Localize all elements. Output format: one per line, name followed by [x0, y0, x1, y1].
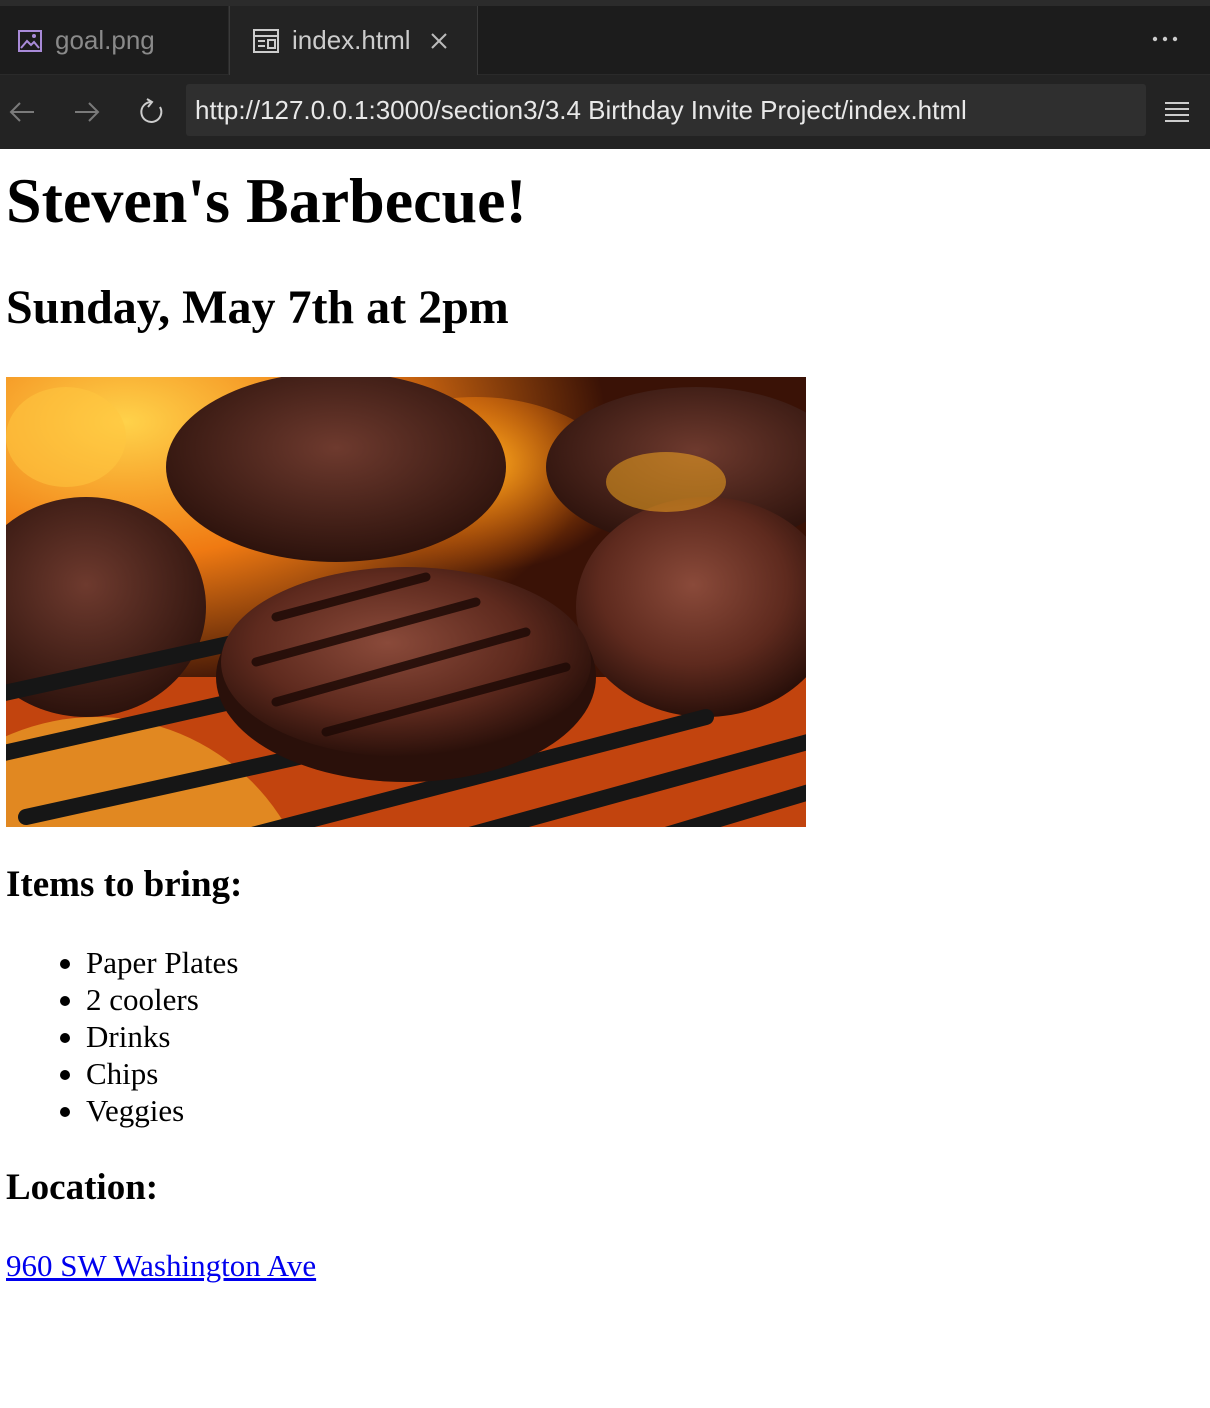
url-input[interactable]: http://127.0.0.1:3000/section3/3.4 Birth…: [186, 84, 1146, 136]
list-item: Drinks: [59, 1018, 238, 1055]
close-icon[interactable]: [429, 31, 449, 51]
page-title: Steven's Barbecue!: [6, 165, 527, 236]
list-item: Chips: [59, 1055, 238, 1092]
location-heading: Location:: [6, 1167, 159, 1208]
location-link[interactable]: 960 SW Washington Ave: [6, 1247, 316, 1285]
image-file-icon: [17, 28, 43, 54]
reload-icon[interactable]: [135, 95, 169, 129]
tab-index-html[interactable]: index.html: [229, 6, 478, 75]
list-item: Paper Plates: [59, 945, 239, 980]
page-viewport: Steven's Barbecue! Sunday, May 7th at 2p…: [0, 149, 1210, 1408]
arrow-left-icon[interactable]: [5, 95, 39, 129]
list-item: 2 coolers: [59, 981, 238, 1018]
items-list: Paper Plates 2 coolers Drinks Chips Vegg…: [59, 944, 239, 1129]
ellipsis-icon[interactable]: [1150, 24, 1180, 54]
arrow-right-icon[interactable]: [70, 95, 104, 129]
items-heading: Items to bring:: [6, 864, 243, 905]
tab-label: goal.png: [55, 25, 155, 55]
barbecue-photo: [6, 377, 806, 827]
editor-tab-bar: goal.png index.html: [0, 6, 1210, 75]
preview-page-icon: [252, 28, 280, 54]
hamburger-menu-icon[interactable]: [1162, 97, 1192, 127]
browser-toolbar: http://127.0.0.1:3000/section3/3.4 Birth…: [0, 75, 1210, 149]
tab-goal-png[interactable]: goal.png: [0, 6, 229, 75]
list-item: Veggies: [59, 1092, 238, 1129]
event-date: Sunday, May 7th at 2pm: [6, 281, 509, 334]
tab-label: index.html: [292, 25, 411, 55]
